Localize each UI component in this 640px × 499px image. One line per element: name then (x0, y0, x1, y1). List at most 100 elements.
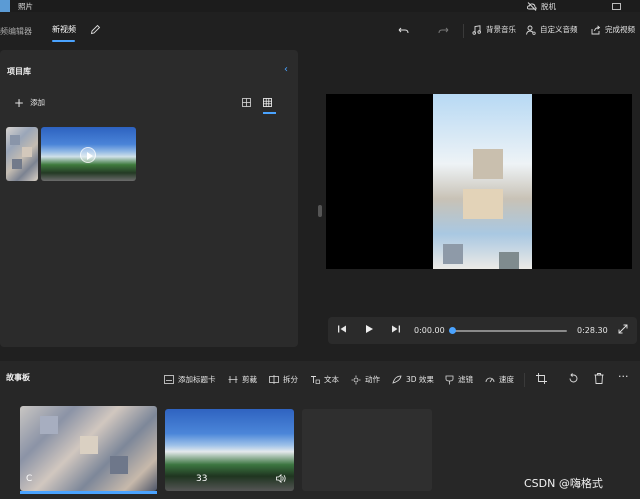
finish-video-label: 完成视频 (605, 25, 635, 34)
breadcrumb-active-indicator (52, 40, 75, 42)
trim-icon (228, 376, 238, 383)
add-media-label: 添加 (30, 98, 46, 107)
pencil-icon (90, 24, 101, 35)
view-mode-active-indicator (263, 112, 276, 114)
view-large-thumbnails-button[interactable] (242, 98, 251, 107)
volume-icon (276, 474, 286, 483)
play-icon (366, 325, 373, 333)
offline-label: 脱机 (541, 2, 556, 11)
next-frame-button[interactable] (391, 324, 401, 334)
clip-2-audio[interactable] (276, 474, 287, 483)
redo-button[interactable] (437, 24, 449, 36)
undo-icon (398, 27, 409, 34)
storyboard-clip-2[interactable] (165, 409, 294, 491)
delete-button[interactable] (594, 373, 604, 384)
play-overlay-icon (80, 147, 96, 163)
fullscreen-button[interactable] (618, 324, 628, 334)
finish-video-button[interactable]: 完成视频 (591, 24, 635, 35)
pixel-block (40, 416, 58, 434)
window-restore-button[interactable] (612, 3, 621, 10)
crop-icon (536, 373, 547, 384)
add-title-card-label: 添加标题卡 (178, 375, 216, 384)
photos-app-icon (0, 0, 10, 12)
speed-icon (485, 377, 495, 383)
storyboard-empty-slot[interactable] (302, 409, 432, 491)
cloud-off-icon (527, 2, 537, 11)
background-music-label: 背景音乐 (486, 25, 516, 34)
undo-button[interactable] (398, 24, 410, 36)
preview-frame-image (433, 94, 532, 269)
speed-button[interactable]: 速度 (485, 374, 514, 385)
music-note-icon (472, 24, 481, 35)
pixel-block (12, 159, 22, 169)
offline-status[interactable]: 脱机 (527, 1, 556, 12)
3d-effects-button[interactable]: 3D 效果 (392, 374, 434, 385)
storyboard-clip-1[interactable] (20, 406, 157, 491)
expand-icon (618, 324, 628, 334)
text-icon (311, 376, 320, 384)
storyboard-title: 故事板 (6, 373, 30, 382)
seek-bar[interactable] (452, 330, 567, 332)
play-button[interactable] (364, 324, 374, 334)
filter-icon (445, 375, 454, 384)
filters-button[interactable]: 滤镜 (445, 374, 473, 385)
title-card-icon (164, 375, 174, 384)
clip-1-duration: C (26, 474, 33, 484)
rotate-icon (569, 373, 578, 383)
split-button[interactable]: 拆分 (269, 374, 298, 385)
collapse-library-button[interactable]: ‹ (284, 64, 288, 75)
header-divider (463, 24, 464, 38)
total-time: 0:28.30 (577, 326, 608, 335)
audio-person-icon (526, 25, 536, 35)
pixel-block (499, 252, 519, 269)
background-music-button[interactable]: 背景音乐 (472, 24, 516, 35)
rename-button[interactable] (90, 24, 101, 35)
more-options-button[interactable]: ··· (618, 370, 629, 383)
pixel-block (22, 147, 32, 157)
trim-label: 剪裁 (242, 375, 257, 384)
crop-button[interactable] (536, 373, 547, 384)
pixel-block (110, 456, 128, 474)
seek-handle[interactable] (449, 327, 456, 334)
filters-label: 滤镜 (458, 375, 473, 384)
app-title: 照片 (18, 2, 33, 11)
text-button[interactable]: 文本 (310, 374, 339, 385)
pixel-block (443, 244, 463, 264)
more-icon: ··· (618, 370, 629, 383)
breadcrumb-current-project[interactable]: 新视频 (52, 24, 76, 35)
clip-2-duration: 33 (196, 474, 208, 484)
step-forward-icon (392, 325, 400, 333)
add-title-card-button[interactable]: 添加标题卡 (164, 374, 216, 385)
grid-small-icon (263, 98, 272, 107)
motion-label: 动作 (365, 375, 380, 384)
pixel-block (463, 189, 503, 219)
grid-large-icon (242, 98, 251, 107)
add-media-button[interactable]: + 添加 (14, 95, 46, 110)
previous-frame-button[interactable] (337, 324, 347, 334)
motion-button[interactable]: 动作 (351, 374, 380, 385)
custom-audio-button[interactable]: 自定义音频 (526, 24, 578, 35)
pixel-block (10, 135, 20, 145)
text-label: 文本 (324, 375, 339, 384)
chevron-left-icon: ‹ (284, 64, 288, 75)
library-thumbnail-photo[interactable] (6, 127, 38, 181)
toolbar-divider (524, 373, 525, 387)
custom-audio-label: 自定义音频 (540, 25, 578, 34)
speed-label: 速度 (499, 375, 514, 384)
panel-resize-handle[interactable] (318, 205, 322, 217)
breadcrumb-video-editor[interactable]: 频编辑器 (0, 26, 32, 37)
project-library-title: 项目库 (7, 67, 31, 76)
plus-icon: + (14, 95, 25, 110)
trash-icon (594, 373, 604, 384)
split-icon (269, 375, 279, 384)
share-icon (591, 24, 601, 34)
trim-button[interactable]: 剪裁 (228, 374, 257, 385)
rotate-button[interactable] (568, 373, 579, 384)
watermark: CSDN @嗨格式 (524, 477, 603, 490)
current-time: 0:00.00 (414, 326, 445, 335)
motion-icon (351, 375, 361, 384)
3d-effects-label: 3D 效果 (406, 375, 434, 384)
clip-selected-indicator (20, 491, 157, 494)
redo-icon (438, 27, 449, 34)
view-small-thumbnails-button[interactable] (263, 98, 272, 107)
